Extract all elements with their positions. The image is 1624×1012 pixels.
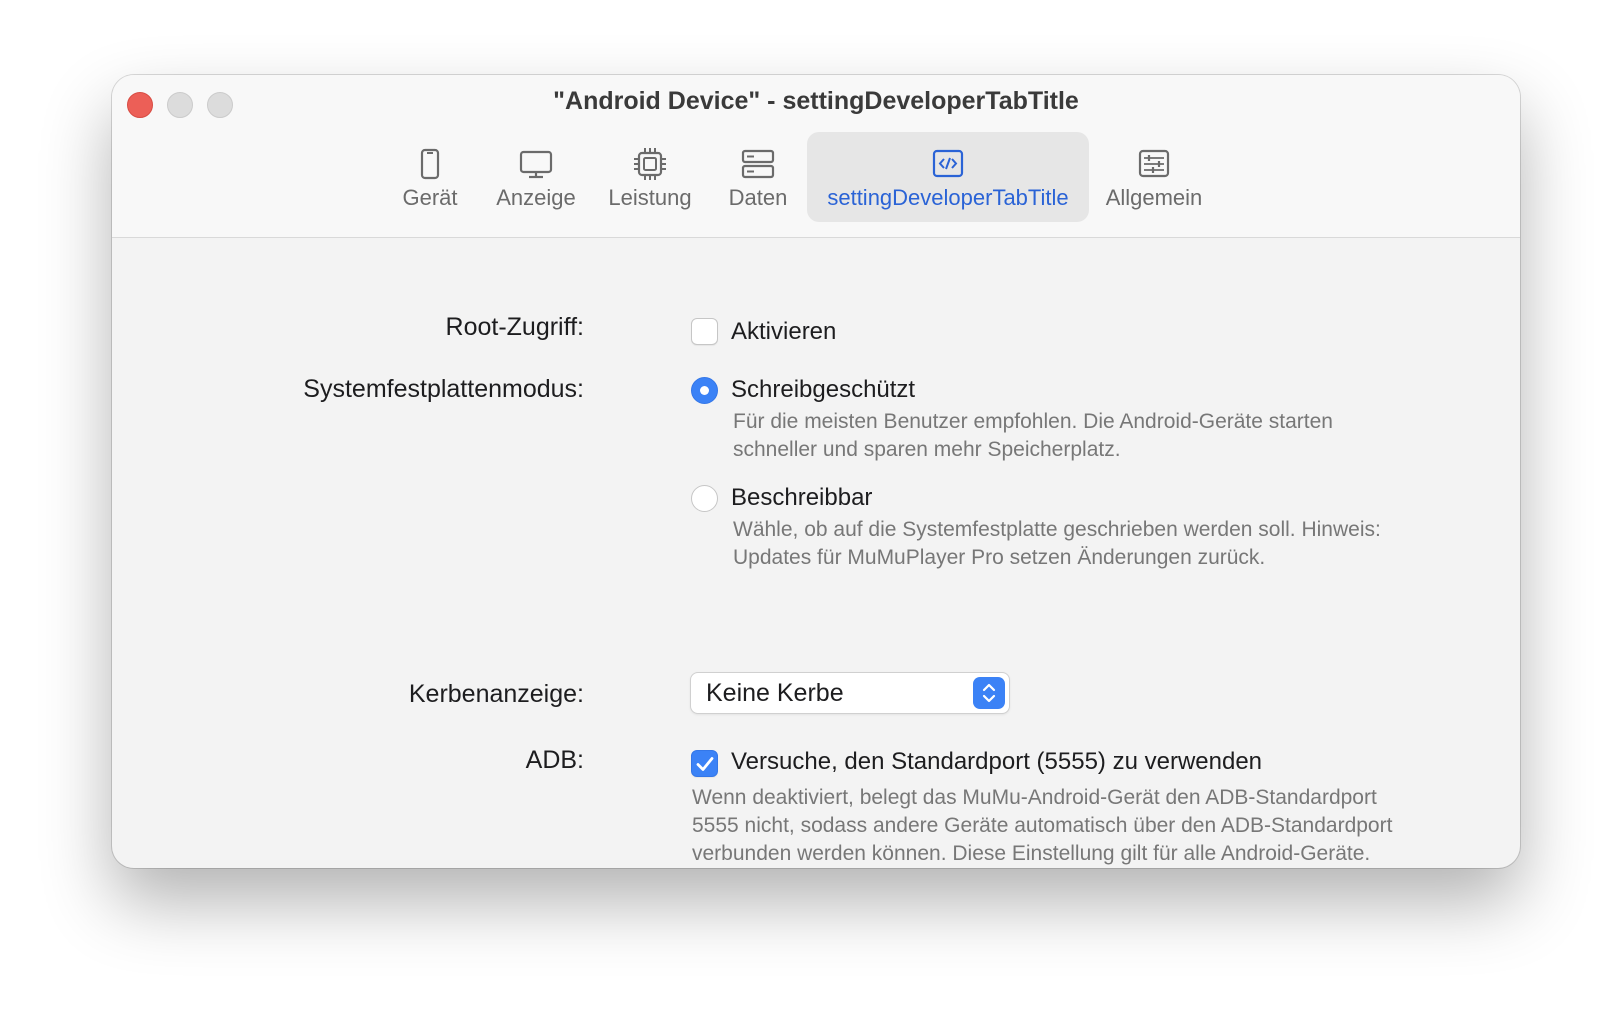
cpu-icon [634,148,666,180]
tab-developer[interactable]: settingDeveloperTabTitle [807,132,1089,222]
writable-description: Wähle, ob auf die Systemfestplatte gesch… [733,518,1381,569]
tab-anzeige[interactable]: Anzeige [485,132,587,222]
notch-display-select[interactable]: Keine Kerbe [690,672,1010,714]
tab-label: Daten [728,185,788,210]
writable-radio-label[interactable]: Beschreibbar [731,484,872,512]
root-access-checkbox[interactable] [691,318,718,345]
root-access-checkbox-label[interactable]: Aktivieren [731,318,836,346]
window-title: "Android Device" - settingDeveloperTabTi… [553,87,1079,115]
monitor-icon [519,150,553,179]
tab-label: settingDeveloperTabTitle [827,185,1069,210]
adb-default-port-checkbox-label[interactable]: Versuche, den Standardport (5555) zu ver… [731,748,1262,776]
window-toolbar: "Android Device" - settingDeveloperTabTi… [112,75,1520,238]
tab-geraet[interactable]: Gerät [383,132,477,222]
updown-chevron-icon [973,677,1005,709]
notch-display-label: Kerbenanzeige: [408,680,584,708]
root-access-label: Root-Zugriff: [445,313,584,341]
adb-default-port-checkbox[interactable] [691,750,718,777]
storage-icon [741,149,775,179]
read-only-description: Für die meisten Benutzer empfohlen. Die … [733,410,1333,461]
adb-description: Wenn deaktiviert, belegt das MuMu-Androi… [692,786,1393,865]
tab-label: Gerät [402,185,458,210]
phone-icon [420,148,440,180]
tab-allgemein[interactable]: Allgemein [1097,132,1211,222]
adb-label: ADB: [525,746,584,774]
developer-settings-panel: Root-Zugriff: Aktivieren Systemfestplatt… [112,239,1520,868]
tab-leistung[interactable]: Leistung [597,132,703,222]
read-only-radio-label[interactable]: Schreibgeschützt [731,376,915,404]
disk-mode-label: Systemfestplattenmodus: [303,375,584,403]
writable-radio[interactable] [691,485,718,512]
notch-display-value: Keine Kerbe [706,679,844,707]
settings-window: "Android Device" - settingDeveloperTabTi… [112,75,1520,868]
checkmark-icon [696,757,714,771]
sliders-icon [1138,149,1170,178]
tab-label: Allgemein [1105,185,1203,210]
tab-daten[interactable]: Daten [715,132,801,222]
read-only-radio[interactable] [691,377,718,404]
developer-code-icon [932,149,964,178]
tab-label: Leistung [608,185,692,210]
tab-label: Anzeige [496,185,576,210]
